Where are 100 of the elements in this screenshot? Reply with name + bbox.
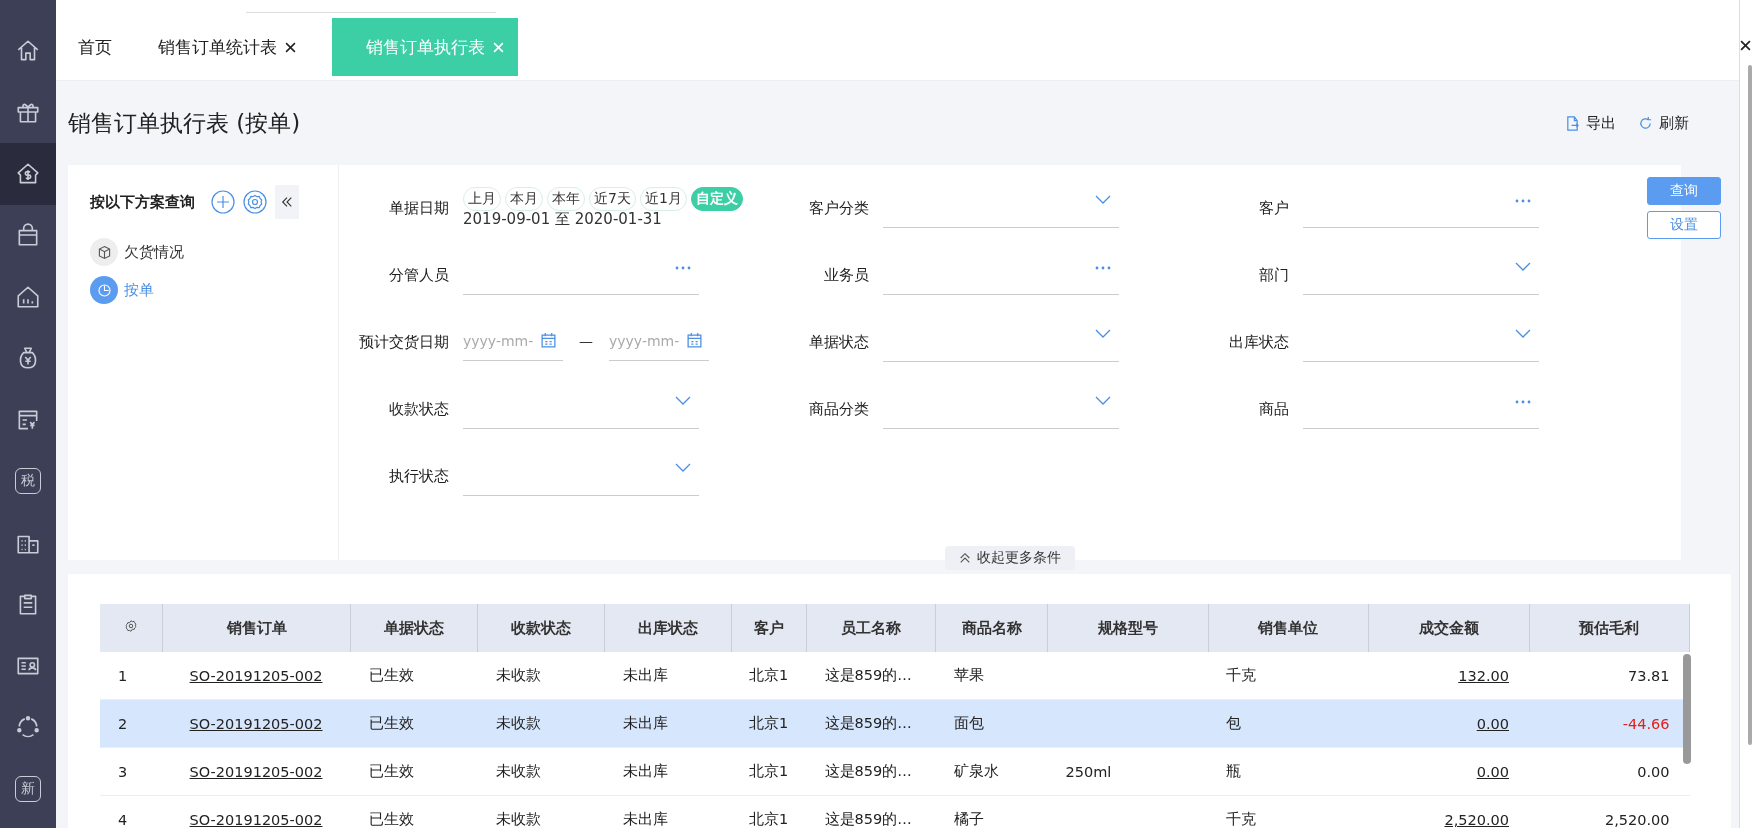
- field-label: 分管人员: [388, 265, 450, 285]
- column-header[interactable]: 员工名称: [806, 604, 936, 652]
- table-cell: 未收款: [495, 667, 541, 683]
- settings-icon[interactable]: [243, 190, 267, 214]
- more-icon[interactable]: [1095, 266, 1111, 270]
- chevron-down-icon[interactable]: [675, 463, 691, 473]
- field-label: 业务员: [823, 265, 870, 285]
- close-icon[interactable]: [1740, 40, 1751, 51]
- scheme-item[interactable]: 欠货情况: [90, 233, 338, 271]
- date-preset-chip[interactable]: 近1月: [639, 187, 687, 211]
- amount-link[interactable]: 132.00: [1458, 667, 1509, 684]
- column-header[interactable]: 商品名称: [935, 604, 1048, 652]
- table-cell: 千克: [1226, 667, 1256, 683]
- amount-link[interactable]: 0.00: [1476, 763, 1509, 780]
- date-field[interactable]: yyyy-mm-: [609, 321, 709, 361]
- schemes-title: 按以下方案查询: [90, 192, 195, 212]
- column-header[interactable]: 成交金额: [1368, 604, 1529, 652]
- table-cell: 瓶: [1226, 763, 1241, 779]
- amount-link[interactable]: 2,520.00: [1444, 811, 1509, 828]
- chevron-down-icon[interactable]: [1095, 195, 1111, 205]
- column-header[interactable]: 出库状态: [604, 604, 732, 652]
- tab[interactable]: 销售订单统计表: [148, 18, 306, 76]
- settings-button[interactable]: 设置: [1647, 211, 1721, 239]
- table-cell: -44.66: [1622, 715, 1670, 732]
- order-link[interactable]: SO-20191205-002: [189, 811, 323, 828]
- field-label: 商品: [1258, 399, 1290, 419]
- settings-icon[interactable]: [124, 619, 138, 633]
- table-cell: 北京1: [748, 811, 789, 827]
- field-label: 客户: [1258, 198, 1290, 218]
- refresh-button[interactable]: 刷新: [1638, 113, 1689, 133]
- amount-link[interactable]: 0.00: [1476, 715, 1509, 732]
- table-row[interactable]: 3 SO-20191205-002 已生效 未收款 未出库 北京1 这是859的… 矿泉水 250ml 瓶 0.00 0.00: [100, 747, 1690, 796]
- clock-icon: [95, 281, 113, 299]
- date-preset-chip[interactable]: 本月: [505, 187, 543, 211]
- table-cell: 未收款: [495, 763, 541, 779]
- row-number: 3: [118, 763, 128, 780]
- more-icon[interactable]: [1515, 199, 1531, 203]
- more-icon[interactable]: [1515, 400, 1531, 404]
- column-header[interactable]: 销售单位: [1208, 604, 1369, 652]
- table-cell: 未出库: [622, 667, 668, 683]
- calendar-icon[interactable]: [686, 332, 703, 349]
- sidebar-item[interactable]: [0, 143, 56, 205]
- table-cell: 苹果: [953, 667, 984, 683]
- table-cell: 0.00: [1637, 763, 1670, 780]
- chevron-down-icon[interactable]: [1095, 396, 1111, 406]
- column-header[interactable]: 单据状态: [350, 604, 478, 652]
- table-cell: 这是859的…: [824, 667, 912, 683]
- tab[interactable]: 首页: [68, 18, 122, 76]
- table-cell: 矿泉水: [953, 763, 999, 779]
- character-icon: 税: [15, 468, 41, 495]
- table-cell: 北京1: [748, 667, 789, 683]
- table-cell: 包: [1226, 715, 1241, 731]
- order-link[interactable]: SO-20191205-002: [189, 763, 323, 780]
- chevron-down-icon[interactable]: [675, 396, 691, 406]
- table-cell: 千克: [1226, 811, 1256, 827]
- table-cell: 已生效: [368, 763, 414, 779]
- sidebar-item[interactable]: 新: [0, 758, 56, 820]
- table-cell: 面包: [953, 715, 984, 731]
- date-range-text: 2019-09-01 至 2020-01-31: [463, 211, 663, 227]
- collapse-conditions-button[interactable]: 收起更多条件: [945, 546, 1075, 570]
- table-row[interactable]: 2 SO-20191205-002 已生效 未收款 未出库 北京1 这是859的… 面包 包 0.00 -44.66: [100, 699, 1690, 748]
- field-label: 商品分类: [808, 399, 870, 419]
- row-number: 1: [118, 667, 128, 684]
- column-header[interactable]: 销售订单: [162, 604, 351, 652]
- collapse-panel-button[interactable]: [275, 185, 299, 219]
- date-preset-chip[interactable]: 本年: [547, 187, 585, 211]
- date-preset-chip[interactable]: 上月: [463, 187, 501, 211]
- chevron-down-icon[interactable]: [1095, 329, 1111, 339]
- double-chevron-up-icon: [959, 552, 971, 564]
- chevron-down-icon[interactable]: [1515, 329, 1531, 339]
- column-header[interactable]: 客户: [731, 604, 807, 652]
- row-number: 4: [118, 811, 128, 828]
- more-icon[interactable]: [675, 266, 691, 270]
- document-arrow-icon: [1565, 115, 1580, 131]
- field-label: 出库状态: [1228, 332, 1290, 352]
- double-chevron-left-icon: [281, 196, 293, 208]
- export-button[interactable]: 导出: [1565, 113, 1616, 133]
- table-cell: 2,520.00: [1604, 811, 1670, 828]
- date-preset-chip[interactable]: 近7天: [589, 187, 636, 211]
- table-cell: 250ml: [1065, 763, 1112, 780]
- column-header[interactable]: 预估毛利: [1529, 604, 1690, 652]
- page-title: 销售订单执行表 (按单): [68, 108, 301, 138]
- add-icon[interactable]: [211, 190, 235, 214]
- date-field[interactable]: yyyy-mm-: [463, 321, 563, 361]
- field-label: 单据状态: [808, 332, 870, 352]
- column-header[interactable]: 规格型号: [1047, 604, 1208, 652]
- order-link[interactable]: SO-20191205-002: [189, 667, 323, 684]
- table-cell: 这是859的…: [824, 715, 912, 731]
- table-row[interactable]: 4 SO-20191205-002 已生效 未收款 未出库 北京1 这是859的… 橘子 千克 2,520.00 2,520.00: [100, 795, 1690, 828]
- table-cell: 未收款: [495, 715, 541, 731]
- table-cell: 北京1: [748, 715, 789, 731]
- calendar-icon[interactable]: [540, 332, 557, 349]
- chevron-down-icon[interactable]: [1515, 262, 1531, 272]
- close-icon[interactable]: [285, 41, 296, 53]
- table-cell: 北京1: [748, 763, 789, 779]
- sidebar-item[interactable]: 税: [0, 450, 56, 512]
- table-cell: 未出库: [622, 811, 668, 827]
- scrollbar[interactable]: [1683, 654, 1691, 764]
- column-header[interactable]: 收款状态: [477, 604, 605, 652]
- range-separator: —: [579, 332, 593, 349]
